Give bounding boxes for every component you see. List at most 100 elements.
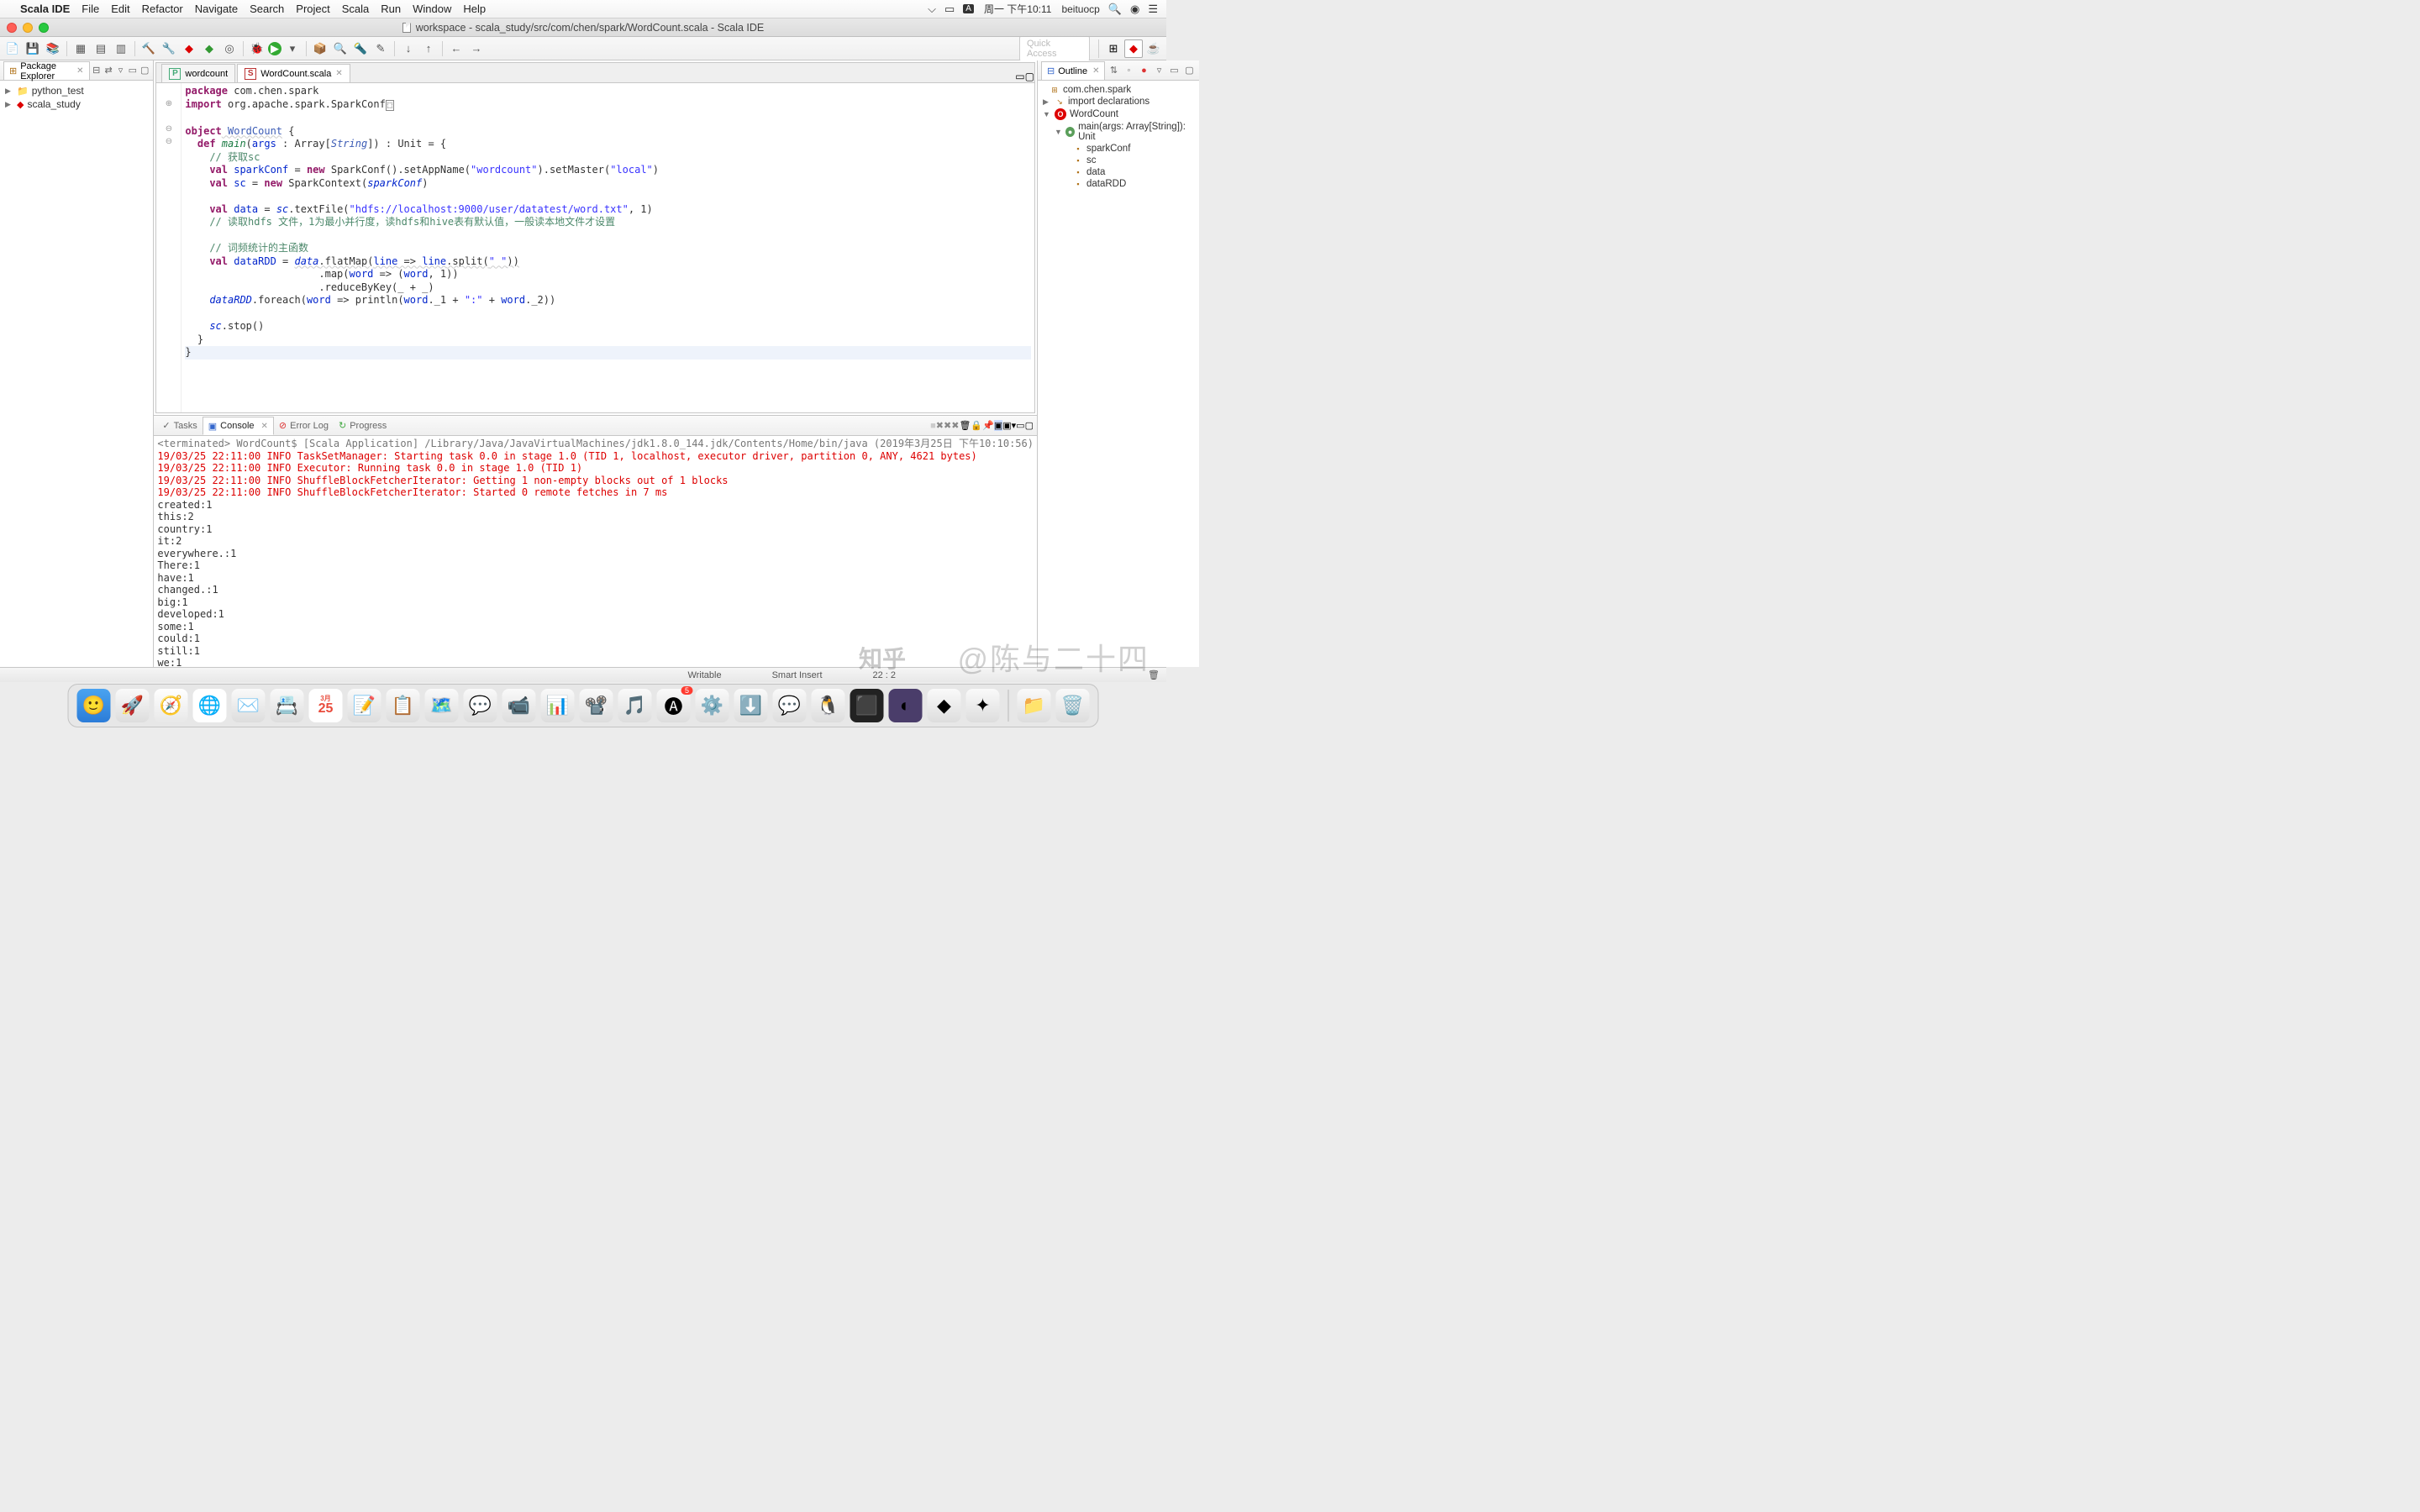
- menu-refactor[interactable]: Refactor: [142, 3, 183, 15]
- forward-button[interactable]: →: [467, 39, 486, 58]
- outline-package[interactable]: ⊞com.chen.spark: [1043, 84, 1194, 96]
- hide-fields-icon[interactable]: ◦: [1122, 64, 1135, 77]
- new-scala-button[interactable]: ◆: [180, 39, 198, 58]
- maximize-editor-icon[interactable]: ▢: [1025, 71, 1034, 82]
- prev-annotation-button[interactable]: ↑: [419, 39, 438, 58]
- project-python-test[interactable]: ▶ 📁 python_test: [5, 84, 148, 97]
- scroll-lock-icon[interactable]: 🔒: [971, 420, 982, 431]
- link-editor-icon[interactable]: ⇄: [103, 64, 113, 77]
- dock-chrome-icon[interactable]: 🌐: [193, 689, 227, 722]
- clear-console-icon[interactable]: 🗑: [959, 420, 971, 431]
- new-button[interactable]: 📄: [3, 39, 22, 58]
- dock-launchpad-icon[interactable]: 🚀: [116, 689, 150, 722]
- package-explorer-tree[interactable]: ▶ 📁 python_test ▶ ◆ scala_study: [0, 81, 153, 114]
- maximize-view-icon[interactable]: ▢: [1182, 64, 1196, 77]
- dock-mail-icon[interactable]: ✉️: [232, 689, 266, 722]
- code-area[interactable]: package com.chen.spark import org.apache…: [182, 83, 1034, 412]
- remove-launch-icon[interactable]: ✖: [936, 420, 944, 431]
- display-console-icon[interactable]: ▣: [994, 420, 1002, 431]
- remove-all-icon[interactable]: ✖✖: [944, 420, 959, 431]
- menu-window[interactable]: Window: [413, 3, 451, 15]
- battery-icon[interactable]: ▭: [944, 3, 955, 16]
- wifi-icon[interactable]: ⌵: [928, 3, 936, 16]
- collapse-arrow-icon[interactable]: ▼: [1055, 128, 1062, 136]
- scala-perspective-button[interactable]: ◆: [1124, 39, 1143, 58]
- tab-console[interactable]: ▣Console✕: [203, 417, 274, 435]
- dock-preferences-icon[interactable]: ⚙️: [696, 689, 729, 722]
- dock-qq-icon[interactable]: 🐧: [812, 689, 845, 722]
- dock-downloads-icon[interactable]: 📁: [1018, 689, 1051, 722]
- project-scala-study[interactable]: ▶ ◆ scala_study: [5, 97, 148, 111]
- editor-tab-wordcount-scala[interactable]: S WordCount.scala ✕: [237, 64, 350, 82]
- menu-scala[interactable]: Scala: [342, 3, 370, 15]
- dock-facetime-icon[interactable]: 📹: [502, 689, 536, 722]
- fold-plus-icon[interactable]: ⊕: [156, 97, 181, 110]
- outline-tab[interactable]: ⊟ Outline ✕: [1041, 61, 1105, 80]
- new-package-button[interactable]: 📦: [311, 39, 329, 58]
- dock-app-icon[interactable]: ◆: [928, 689, 961, 722]
- close-tab-icon[interactable]: ✕: [335, 69, 342, 78]
- tab-error-log[interactable]: ⊘Error Log: [274, 418, 334, 433]
- toggle-block-button[interactable]: ▦: [71, 39, 90, 58]
- dock-contacts-icon[interactable]: 📇: [271, 689, 304, 722]
- input-source-icon[interactable]: A: [963, 4, 974, 13]
- minimize-view-icon[interactable]: ▭: [128, 64, 138, 77]
- outline-main[interactable]: ▼●main(args: Array[String]): Unit: [1043, 121, 1194, 143]
- fold-minus-icon[interactable]: ⊖: [156, 123, 181, 135]
- maximize-view-icon[interactable]: ▢: [139, 64, 150, 77]
- dock-eclipse-icon[interactable]: ◐: [889, 689, 923, 722]
- terminate-icon[interactable]: ■: [930, 421, 936, 431]
- editor-gutter[interactable]: ⊕ ⊖ ⊖: [156, 83, 182, 412]
- expand-arrow-icon[interactable]: ▶: [5, 87, 13, 96]
- interpreter-button[interactable]: ◎: [220, 39, 239, 58]
- macos-dock[interactable]: 🙂 🚀 🧭 🌐 ✉️ 📇 3月25 📝 📋 🗺️ 💬 📹 📊 📽️ 🎵 🅐5 ⚙…: [68, 684, 1099, 727]
- dock-numbers-icon[interactable]: 📊: [541, 689, 575, 722]
- hide-static-icon[interactable]: ●: [1137, 64, 1150, 77]
- dock-calendar-icon[interactable]: 3月25: [309, 689, 343, 722]
- run-button[interactable]: ▶: [268, 42, 281, 55]
- view-menu-icon[interactable]: ▿: [1152, 64, 1165, 77]
- dock-reminders-icon[interactable]: 📋: [387, 689, 420, 722]
- dock-terminal-icon[interactable]: ⬛: [850, 689, 884, 722]
- spotlight-icon[interactable]: 🔍: [1108, 3, 1122, 16]
- close-icon[interactable]: ✕: [261, 422, 268, 431]
- menu-file[interactable]: File: [82, 3, 99, 15]
- debug-button[interactable]: 🐞: [248, 39, 266, 58]
- close-icon[interactable]: ✕: [1092, 66, 1099, 76]
- pin-console-icon[interactable]: 📌: [982, 420, 994, 431]
- dock-maps-icon[interactable]: 🗺️: [425, 689, 459, 722]
- show-whitespace-button[interactable]: ▤: [92, 39, 110, 58]
- dock-trash-icon[interactable]: 🗑️: [1056, 689, 1090, 722]
- outline-val-data[interactable]: ▪data: [1043, 166, 1194, 178]
- mark-occurrences-button[interactable]: ▥: [112, 39, 130, 58]
- dock-notes-icon[interactable]: 📝: [348, 689, 381, 722]
- annotations-button[interactable]: ✎: [371, 39, 390, 58]
- dock-messages-icon[interactable]: 💬: [464, 689, 497, 722]
- minimize-view-icon[interactable]: ▭: [1167, 64, 1181, 77]
- outline-object[interactable]: ▼OWordCount: [1043, 108, 1194, 121]
- quick-access-field[interactable]: Quick Access: [1019, 36, 1090, 61]
- dock-safari-icon[interactable]: 🧭: [155, 689, 188, 722]
- outline-val-datardd[interactable]: ▪dataRDD: [1043, 178, 1194, 190]
- package-explorer-tab[interactable]: ⊞ Package Explorer ✕: [3, 61, 90, 80]
- menu-edit[interactable]: Edit: [111, 3, 129, 15]
- run-last-button[interactable]: ▾: [283, 39, 302, 58]
- expand-arrow-icon[interactable]: ▶: [5, 100, 13, 109]
- siri-icon[interactable]: ◉: [1130, 3, 1139, 16]
- dock-app-icon[interactable]: ✦: [966, 689, 1000, 722]
- outline-tree[interactable]: ⊞com.chen.spark ▶↘import declarations ▼O…: [1038, 81, 1199, 193]
- user-name[interactable]: beituocp: [1061, 3, 1099, 15]
- menu-help[interactable]: Help: [463, 3, 486, 15]
- open-type-button[interactable]: 🔍: [331, 39, 350, 58]
- trash-icon[interactable]: 🗑: [1148, 669, 1160, 680]
- menu-search[interactable]: Search: [250, 3, 284, 15]
- dock-keynote-icon[interactable]: 📽️: [580, 689, 613, 722]
- notification-center-icon[interactable]: ☰: [1148, 3, 1158, 16]
- minimize-editor-icon[interactable]: ▭: [1015, 71, 1024, 82]
- save-button[interactable]: 💾: [24, 39, 42, 58]
- minimize-view-icon[interactable]: ▭: [1016, 420, 1024, 431]
- collapse-all-icon[interactable]: ⊟: [92, 64, 102, 77]
- maximize-view-icon[interactable]: ▢: [1025, 420, 1034, 431]
- back-button[interactable]: ←: [447, 39, 466, 58]
- console-output[interactable]: <terminated> WordCount$ [Scala Applicati…: [154, 436, 1037, 667]
